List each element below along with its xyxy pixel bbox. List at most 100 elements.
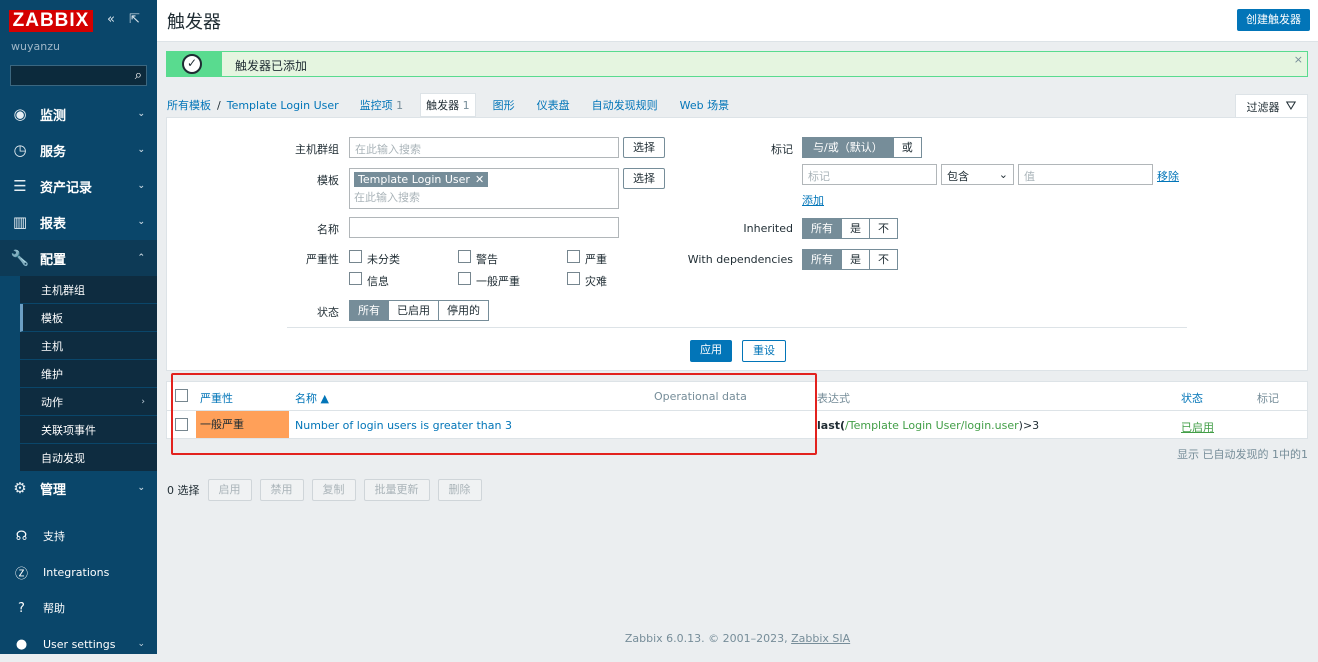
menu-configuration[interactable]: 🔧 配置 ⌃	[0, 240, 157, 276]
enable-button[interactable]: 启用	[207, 479, 252, 501]
tab-web-scenarios[interactable]: Web 场景	[675, 94, 734, 116]
column-name[interactable]: 名称 ▲	[295, 390, 329, 406]
close-icon[interactable]: ×	[1294, 53, 1303, 66]
row-checkbox[interactable]	[175, 418, 188, 431]
mass-actions: 0 选择 启用 禁用 复制 批量更新 删除	[167, 479, 482, 501]
inherited-all[interactable]: 所有	[802, 218, 842, 239]
tab-dashboards[interactable]: 仪表盘	[532, 94, 575, 116]
column-status[interactable]: 状态	[1181, 390, 1203, 406]
expression-item-link[interactable]: /Template Login User/login.user	[845, 419, 1019, 432]
severity-badge: 一般严重	[196, 411, 289, 438]
name-input[interactable]	[349, 217, 619, 238]
remove-chip-icon[interactable]: ✕	[475, 173, 484, 186]
eye-icon: ◉	[13, 105, 27, 123]
sidebar-search-input[interactable]: ⌕	[10, 65, 147, 86]
search-icon[interactable]: ⌕	[135, 68, 142, 83]
state-all[interactable]: 所有	[349, 300, 389, 321]
inherited-no[interactable]: 不	[869, 218, 898, 239]
tag-value-input[interactable]: 值	[1018, 164, 1153, 185]
severity-average-checkbox[interactable]	[458, 272, 471, 285]
list-icon: ☰	[13, 177, 27, 195]
submenu-host-groups[interactable]: 主机群组	[20, 276, 157, 304]
column-severity[interactable]: 严重性	[200, 390, 233, 406]
severity-not-classified-checkbox[interactable]	[349, 250, 362, 263]
menu-services[interactable]: ◷ 服务 ⌄	[0, 132, 157, 168]
reset-button[interactable]: 重设	[742, 340, 786, 362]
page-title: 触发器	[167, 12, 221, 33]
column-tags: 标记	[1257, 392, 1279, 405]
menu-administration[interactable]: ⚙ 管理 ⌄	[0, 470, 157, 506]
delete-button[interactable]: 删除	[437, 479, 482, 501]
state-disabled[interactable]: 停用的	[438, 300, 489, 321]
filter-icon: ⛛	[1285, 99, 1297, 114]
tags-mode-and-or[interactable]: 与/或（默认）	[802, 137, 894, 158]
with-deps-all[interactable]: 所有	[802, 249, 842, 270]
select-all-checkbox[interactable]	[175, 389, 188, 402]
tag-operator-select[interactable]: 包含 ⌄	[941, 164, 1014, 185]
tab-triggers[interactable]: 触发器 1	[420, 93, 476, 117]
severity-warning-checkbox[interactable]	[458, 250, 471, 263]
menu-help[interactable]: ? 帮助	[0, 590, 157, 626]
breadcrumb-all-templates[interactable]: 所有模板	[167, 97, 211, 113]
severity-disaster-checkbox[interactable]	[567, 272, 580, 285]
template-multiselect[interactable]: Template Login User ✕ 在此输入搜索	[349, 168, 619, 209]
status-toggle-link[interactable]: 已启用	[1181, 419, 1214, 435]
menu-monitoring[interactable]: ◉ 监测 ⌄	[0, 96, 157, 132]
apply-button[interactable]: 应用	[690, 340, 732, 362]
tab-graphs[interactable]: 图形	[488, 94, 520, 116]
zabbix-logo[interactable]: ZABBIX	[9, 10, 93, 32]
submenu-actions[interactable]: 动作 ›	[20, 388, 157, 416]
tag-remove-link[interactable]: 移除	[1157, 168, 1179, 184]
menu-reports[interactable]: ▥ 报表 ⌄	[0, 204, 157, 240]
tag-add-link[interactable]: 添加	[802, 192, 824, 208]
create-trigger-button[interactable]: 创建触发器	[1237, 9, 1310, 31]
state-toggle: 所有 已启用 停用的	[349, 300, 489, 321]
severity-info-checkbox[interactable]	[349, 272, 362, 285]
with-deps-no[interactable]: 不	[869, 249, 898, 270]
submenu-discovery[interactable]: 自动发现	[20, 444, 157, 472]
host-group-select-button[interactable]: 选择	[623, 137, 665, 158]
submenu-templates[interactable]: 模板	[20, 304, 157, 332]
menu-support[interactable]: ☊ 支持	[0, 518, 157, 554]
state-enabled[interactable]: 已启用	[388, 300, 439, 321]
tags-mode-toggle: 与/或（默认） 或	[802, 137, 922, 158]
severity-info-label: 信息	[367, 275, 389, 288]
trigger-name-link[interactable]: Number of login users is greater than 3	[295, 419, 512, 432]
zabbix-sia-link[interactable]: Zabbix SIA	[791, 632, 850, 645]
tag-name-input[interactable]: 标记	[802, 164, 937, 185]
template-label: 模板	[317, 174, 339, 187]
template-select-button[interactable]: 选择	[623, 168, 665, 189]
breadcrumb-separator: /	[217, 98, 221, 112]
severity-warning-label: 警告	[476, 253, 498, 266]
host-group-label: 主机群组	[295, 143, 339, 156]
success-message: ✓ 触发器已添加 ×	[166, 51, 1308, 77]
severity-high-checkbox[interactable]	[567, 250, 580, 263]
integrations-icon: Ⓩ	[14, 566, 28, 582]
inherited-yes[interactable]: 是	[841, 218, 870, 239]
tags-mode-or[interactable]: 或	[892, 137, 922, 158]
with-dependencies-label: With dependencies	[687, 253, 793, 266]
menu-user-settings[interactable]: ● User settings ⌄	[0, 626, 157, 662]
inherited-label: Inherited	[743, 222, 793, 235]
disable-button[interactable]: 禁用	[259, 479, 304, 501]
kiosk-mode-icon[interactable]: ⇱	[129, 12, 140, 27]
tab-discovery-rules[interactable]: 自动发现规则	[587, 94, 663, 116]
current-user: wuyanzu	[11, 40, 60, 53]
filter-divider	[287, 327, 1187, 328]
with-deps-yes[interactable]: 是	[841, 249, 870, 270]
filter-tab[interactable]: 过滤器 ⛛	[1235, 94, 1308, 118]
tab-items[interactable]: 监控项 1	[355, 94, 409, 116]
submenu-hosts[interactable]: 主机	[20, 332, 157, 360]
mass-update-button[interactable]: 批量更新	[363, 479, 430, 501]
submenu-maintenance[interactable]: 维护	[20, 360, 157, 388]
menu-integrations[interactable]: Ⓩ Integrations	[0, 554, 157, 590]
name-label: 名称	[317, 223, 339, 236]
breadcrumb-template[interactable]: Template Login User	[227, 99, 339, 112]
submenu-event-correlation[interactable]: 关联项事件	[20, 416, 157, 444]
gear-icon: ⚙	[13, 479, 27, 497]
collapse-sidebar-icon[interactable]: «	[107, 12, 115, 27]
copy-button[interactable]: 复制	[311, 479, 356, 501]
chevron-down-icon: ⌄	[137, 217, 145, 227]
menu-inventory[interactable]: ☰ 资产记录 ⌄	[0, 168, 157, 204]
host-group-input[interactable]: 在此输入搜索	[349, 137, 619, 158]
